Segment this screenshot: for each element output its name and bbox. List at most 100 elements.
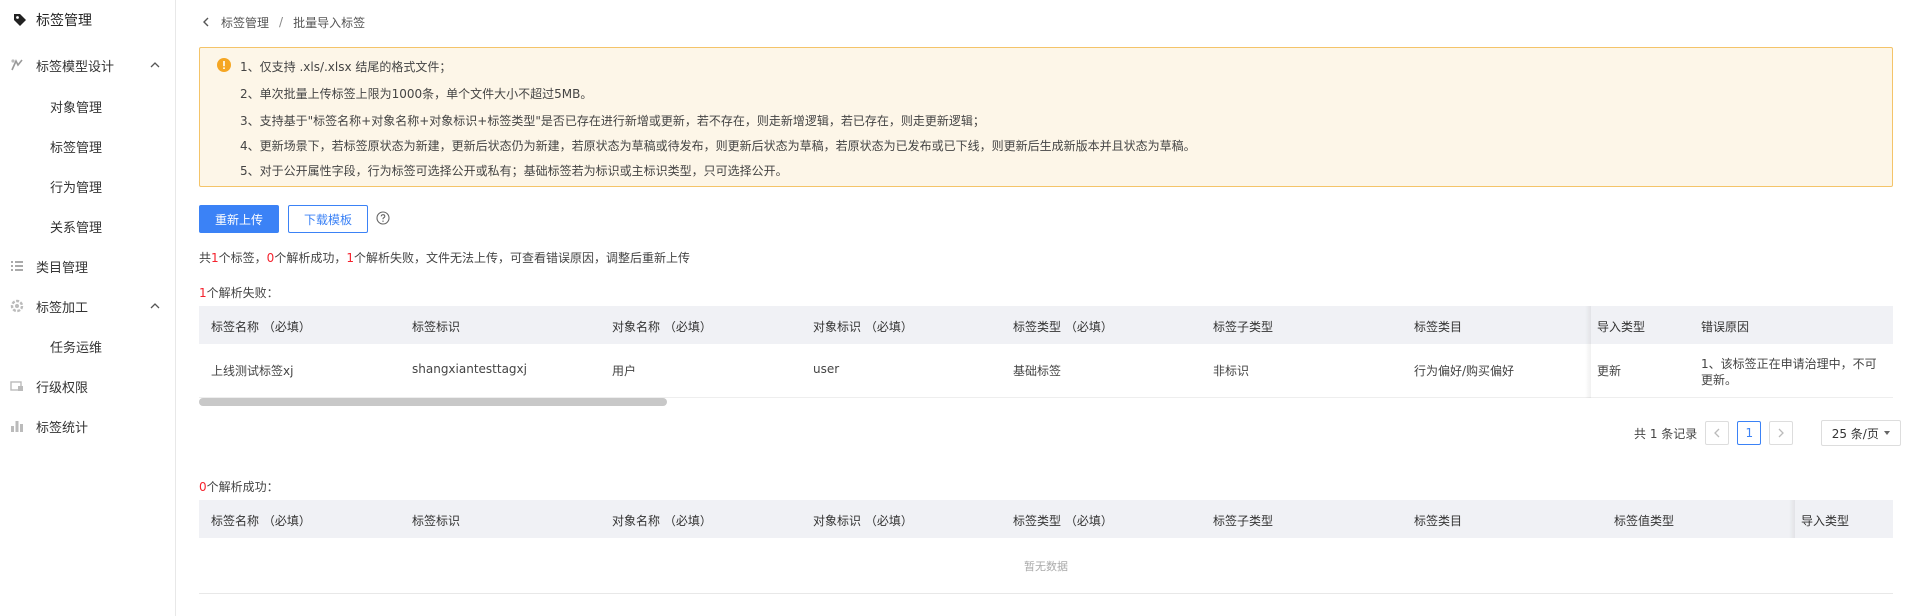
sidebar-item-row-permission[interactable]: 行级权限	[0, 366, 175, 406]
warning-icon	[217, 58, 231, 72]
pagination-total: 共 1 条记录	[1634, 426, 1698, 441]
sidebar-title: 标签管理	[36, 13, 92, 29]
help-icon[interactable]	[376, 211, 390, 225]
sidebar-item-behavior-management[interactable]: 行为管理	[0, 166, 175, 206]
sidebar-item-label: 标签统计	[36, 420, 89, 436]
section-text: 个解析成功：	[206, 480, 279, 494]
column-header: 标签标识	[412, 514, 461, 528]
cell-object-id: user	[813, 362, 840, 376]
summary-text: 个解析成功，	[274, 251, 347, 265]
sidebar-item-category-management[interactable]: 类目管理	[0, 246, 175, 286]
notice-line: 5、对于公开属性字段，行为标签可选择公开或私有；基础标签若为标识或主标识类型，只…	[240, 164, 788, 178]
sidebar-item-tag-processing[interactable]: 标签加工	[0, 286, 175, 326]
column-header: 标签子类型	[1213, 320, 1274, 334]
sidebar-item-label: 标签加工	[36, 300, 89, 316]
success-count: 0	[199, 480, 207, 494]
pagination: 共 1 条记录 1 25 条/页	[1634, 420, 1902, 446]
column-header: 标签类目	[1414, 320, 1463, 334]
cell-tag-subtype: 非标识	[1213, 364, 1250, 378]
column-header: 标签类型 （必填）	[1013, 514, 1113, 528]
success-section-label: 0个解析成功：	[199, 478, 279, 495]
sidebar-item-tag-statistics[interactable]: 标签统计	[0, 406, 175, 446]
notice-line: 3、支持基于"标签名称+对象名称+对象标识+标签类型"是否已存在进行新增或更新，…	[240, 114, 985, 128]
table-header: 标签名称 （必填） 标签标识 对象名称 （必填） 对象标识 （必填） 标签类型 …	[199, 500, 1893, 538]
sidebar-item-label: 标签模型设计	[36, 59, 115, 75]
page-number-button[interactable]: 1	[1737, 421, 1762, 445]
sidebar-header: 标签管理	[0, 0, 175, 40]
page-size-value: 25 条/页	[1831, 426, 1879, 441]
cell-tag-type: 基础标签	[1013, 364, 1062, 378]
upload-notice: 1、仅支持 .xls/.xlsx 结尾的格式文件； 2、单次批量上传标签上限为1…	[199, 47, 1893, 187]
notice-line: 2、单次批量上传标签上限为1000条，单个文件大小不超过5MB。	[240, 87, 593, 101]
summary-text: 共	[199, 251, 212, 265]
prev-page-button[interactable]	[1705, 421, 1730, 445]
cell-import-type: 更新	[1597, 364, 1622, 378]
chevron-up-icon	[150, 303, 160, 309]
cell-tag-id: shangxiantesttagxj	[412, 362, 527, 376]
breadcrumb: 标签管理 / 批量导入标签	[199, 13, 365, 31]
table-row: 上线测试标签xj shangxiantesttagxj 用户 user 基础标签…	[199, 344, 1893, 398]
next-page-button[interactable]	[1769, 421, 1794, 445]
success-table: 标签名称 （必填） 标签标识 对象名称 （必填） 对象标识 （必填） 标签类型 …	[199, 500, 1893, 596]
column-header: 标签子类型	[1213, 514, 1274, 528]
page-size-select[interactable]: 25 条/页	[1821, 420, 1902, 446]
chevron-up-icon	[150, 62, 160, 68]
fixed-column-shadow	[1789, 500, 1795, 538]
empty-state: 暂无数据	[199, 538, 1893, 594]
sidebar-item-label: 类目管理	[36, 260, 89, 276]
column-header: 对象名称 （必填）	[612, 320, 712, 334]
summary-failed: 1	[346, 251, 354, 265]
sidebar-item-label: 对象管理	[50, 100, 103, 116]
section-text: 个解析失败：	[206, 286, 279, 300]
cell-tag-category: 行为偏好/购买偏好	[1414, 364, 1515, 378]
download-template-button[interactable]: 下载模板	[288, 205, 368, 233]
column-header: 对象标识 （必填）	[813, 320, 913, 334]
list-icon	[10, 259, 24, 273]
notice-line: 4、更新场景下，若标签原状态为新建，更新后状态仍为新建，若原状态为草稿或待发布，…	[240, 139, 1196, 153]
empty-text: 暂无数据	[1024, 560, 1068, 573]
column-header: 对象标识 （必填）	[813, 514, 913, 528]
column-header: 标签类目	[1414, 514, 1463, 528]
breadcrumb-separator: /	[279, 15, 284, 29]
cell-tag-name: 上线测试标签xj	[211, 364, 294, 378]
summary-text: 个标签，	[218, 251, 267, 265]
sidebar-item-task-ops[interactable]: 任务运维	[0, 326, 175, 366]
cell-object-name: 用户	[612, 364, 637, 378]
reupload-button[interactable]: 重新上传	[199, 205, 279, 233]
model-design-icon	[10, 58, 24, 72]
summary-total: 1	[211, 251, 219, 265]
column-header: 对象名称 （必填）	[612, 514, 712, 528]
sidebar-item-label: 行为管理	[50, 180, 103, 196]
cell-error-reason: 1、该标签正在申请治理中，不可	[1701, 357, 1877, 371]
sidebar-item-label: 任务运维	[50, 340, 103, 356]
sidebar: 标签管理 标签模型设计 对象管理 标签管理 行为管理 关系管理 类目管理 标签加…	[0, 0, 176, 616]
sidebar-item-label: 标签管理	[50, 140, 103, 156]
breadcrumb-current: 批量导入标签	[293, 15, 366, 30]
sidebar-item-label: 关系管理	[50, 220, 103, 236]
cell-error-reason-cont: 更新。	[1701, 373, 1738, 387]
horizontal-scrollbar[interactable]	[199, 398, 667, 406]
column-header: 标签类型 （必填）	[1013, 320, 1113, 334]
gear-icon	[10, 299, 24, 313]
back-chevron-icon[interactable]	[199, 15, 213, 29]
column-header: 标签值类型	[1614, 514, 1675, 528]
bar-chart-icon	[10, 419, 24, 433]
breadcrumb-parent[interactable]: 标签管理	[221, 14, 269, 31]
failed-table: 标签名称 （必填） 标签标识 对象名称 （必填） 对象标识 （必填） 标签类型 …	[199, 306, 1893, 410]
tag-icon	[12, 12, 28, 28]
sidebar-item-tag-model-design[interactable]: 标签模型设计	[0, 45, 175, 85]
failed-section-label: 1个解析失败：	[199, 284, 279, 301]
parse-summary: 共1个标签，0个解析成功，1个解析失败，文件无法上传，可查看错误原因，调整后重新…	[199, 249, 690, 266]
sidebar-item-tag-management[interactable]: 标签管理	[0, 126, 175, 166]
column-header: 错误原因	[1701, 320, 1750, 334]
summary-text: 个解析失败，文件无法上传，可查看错误原因，调整后重新上传	[353, 251, 690, 265]
sidebar-item-object-management[interactable]: 对象管理	[0, 86, 175, 126]
permission-icon	[10, 379, 24, 393]
caret-down-icon	[1883, 431, 1890, 435]
chevron-left-icon	[1714, 428, 1720, 438]
sidebar-item-relation-management[interactable]: 关系管理	[0, 206, 175, 246]
sidebar-item-label: 行级权限	[36, 380, 89, 396]
table-header: 标签名称 （必填） 标签标识 对象名称 （必填） 对象标识 （必填） 标签类型 …	[199, 306, 1893, 344]
notice-line: 1、仅支持 .xls/.xlsx 结尾的格式文件；	[240, 60, 452, 74]
column-header: 标签标识	[412, 320, 461, 334]
